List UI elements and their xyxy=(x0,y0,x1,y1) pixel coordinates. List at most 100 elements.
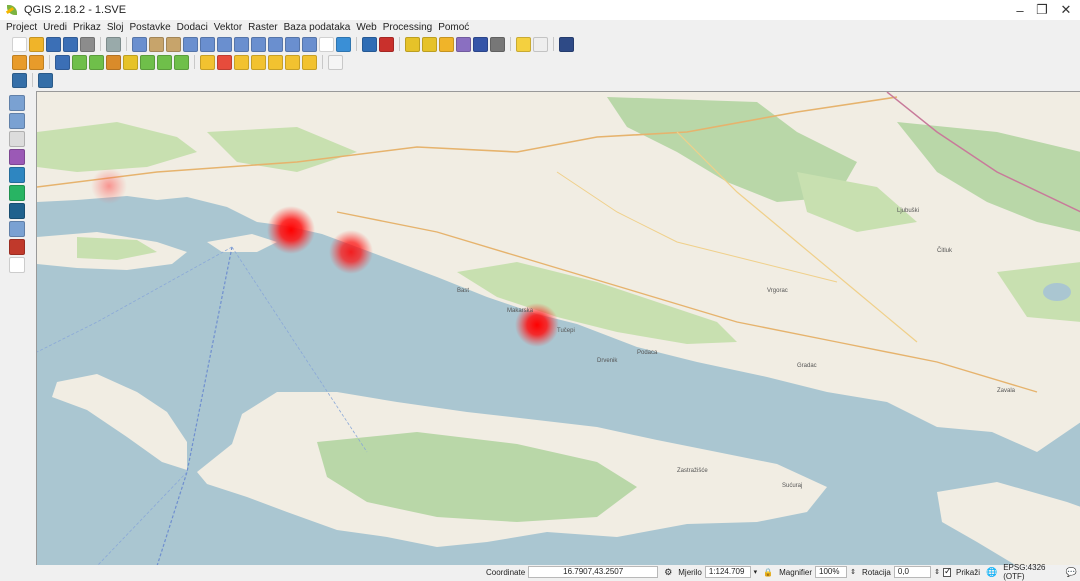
osm-basemap[interactable]: Drvenik Podaca Gradac Zastražišće Sućura… xyxy=(37,92,1080,565)
add-delimited-text-icon[interactable] xyxy=(9,131,25,147)
add-virtual-layer-icon[interactable] xyxy=(9,221,25,237)
toolbar-separator xyxy=(510,37,511,51)
add-wcs-icon[interactable] xyxy=(9,203,25,219)
magnifier-spinbox[interactable]: 100% xyxy=(815,566,848,578)
add-vector-layer-icon[interactable] xyxy=(9,95,25,111)
zoom-last-icon[interactable] xyxy=(268,36,283,52)
render-suppress-icon[interactable]: ⚙ xyxy=(664,567,672,578)
coordinate-field[interactable]: 16.7907,43.2507 xyxy=(528,566,659,578)
zoom-native-icon[interactable] xyxy=(302,36,317,52)
label-move-icon[interactable] xyxy=(268,54,283,70)
python-plugin-icon[interactable] xyxy=(38,72,53,88)
menu-raster[interactable]: Raster xyxy=(248,22,277,33)
sum-icon[interactable] xyxy=(473,36,488,52)
new-project-icon[interactable] xyxy=(12,36,27,52)
pan-icon[interactable] xyxy=(149,36,164,52)
add-oracle-icon[interactable] xyxy=(9,239,25,255)
add-feature-icon[interactable] xyxy=(72,54,87,70)
toolbar-separator xyxy=(100,37,101,51)
place-label: Zastražišće xyxy=(677,468,708,474)
pan-to-selection-icon[interactable] xyxy=(166,36,181,52)
label-rotate-icon[interactable] xyxy=(285,54,300,70)
text-annotation-icon[interactable] xyxy=(533,36,548,52)
copy-features-icon[interactable] xyxy=(157,54,172,70)
menu-baza-podataka[interactable]: Baza podataka xyxy=(284,22,351,33)
zoom-out-icon[interactable] xyxy=(200,36,215,52)
save-as-icon[interactable] xyxy=(63,36,78,52)
map-canvas[interactable]: Drvenik Podaca Gradac Zastražišće Sućura… xyxy=(36,91,1080,565)
toolbar-separator xyxy=(322,55,323,69)
menu-dodaci[interactable]: Dodaci xyxy=(177,22,208,33)
refresh-icon[interactable] xyxy=(336,36,351,52)
menu-postavke[interactable]: Postavke xyxy=(130,22,171,33)
zoom-next-icon[interactable] xyxy=(285,36,300,52)
composer-manager-icon[interactable] xyxy=(106,36,121,52)
label-toolbar-icon[interactable] xyxy=(200,54,215,70)
messages-icon[interactable]: 💬 xyxy=(1066,567,1077,578)
menu-sloj[interactable]: Sloj xyxy=(107,22,124,33)
place-label: Sućuraj xyxy=(782,483,802,489)
menu-project[interactable]: Project xyxy=(6,22,37,33)
menu-pomoc[interactable]: Pomoć xyxy=(438,22,469,33)
window-title: QGIS 2.18.2 - 1.SVE xyxy=(24,4,127,16)
print-composer-icon[interactable] xyxy=(80,36,95,52)
menu-processing[interactable]: Processing xyxy=(383,22,432,33)
rotation-label: Rotacija xyxy=(861,567,891,577)
close-button[interactable]: ✕ xyxy=(1046,0,1080,20)
paste-features-icon[interactable] xyxy=(174,54,189,70)
menu-vektor[interactable]: Vektor xyxy=(214,22,242,33)
touch-zoom-icon[interactable] xyxy=(132,36,147,52)
current-edits-icon[interactable] xyxy=(12,54,27,70)
label-show-hide-icon[interactable] xyxy=(251,54,266,70)
rotation-spin-icon[interactable]: ⇕ xyxy=(934,568,940,576)
zoom-in-icon[interactable] xyxy=(183,36,198,52)
qgis-help-icon[interactable] xyxy=(559,36,574,52)
save-project-icon[interactable] xyxy=(46,36,61,52)
node-tool-icon[interactable] xyxy=(106,54,121,70)
move-feature-icon[interactable] xyxy=(89,54,104,70)
identify-icon[interactable] xyxy=(362,36,377,52)
menu-prikaz[interactable]: Prikaz xyxy=(73,22,101,33)
menu-web[interactable]: Web xyxy=(356,22,376,33)
python-console-icon[interactable] xyxy=(12,72,27,88)
label-pin-icon[interactable] xyxy=(234,54,249,70)
toggle-editing-icon[interactable] xyxy=(29,54,44,70)
deselect-icon[interactable] xyxy=(422,36,437,52)
crs-globe-icon[interactable]: 🌐 xyxy=(986,567,997,578)
zoom-to-selection-icon[interactable] xyxy=(251,36,266,52)
crs-status-button[interactable]: EPSG:4326 (OTF) xyxy=(1003,563,1060,581)
magnifier-spin-icon[interactable]: ⇕ xyxy=(850,568,856,576)
scale-dropdown-icon[interactable]: ▾ xyxy=(754,568,758,576)
open-attribute-table-icon[interactable] xyxy=(439,36,454,52)
new-map-view-icon[interactable] xyxy=(319,36,334,52)
zoom-to-layer-icon[interactable] xyxy=(234,36,249,52)
map-tips-icon[interactable] xyxy=(516,36,531,52)
add-spatialite-icon[interactable] xyxy=(9,149,25,165)
diagram-icon[interactable] xyxy=(217,54,232,70)
render-checkbox[interactable] xyxy=(942,566,952,577)
measure-icon[interactable] xyxy=(490,36,505,52)
place-label: Ljubuški xyxy=(897,208,919,214)
toolbar-navigation xyxy=(0,35,1080,53)
label-change-icon[interactable] xyxy=(302,54,317,70)
delete-selected-icon[interactable] xyxy=(123,54,138,70)
add-wms-icon[interactable] xyxy=(9,167,25,183)
zoom-full-icon[interactable] xyxy=(217,36,232,52)
menu-uredi[interactable]: Uredi xyxy=(43,22,67,33)
toolbar-separator xyxy=(32,73,33,87)
run-action-icon[interactable] xyxy=(379,36,394,52)
place-label: Zavala xyxy=(997,388,1016,394)
scale-combobox[interactable]: 1:124.709 xyxy=(704,566,751,578)
add-wfs-icon[interactable] xyxy=(9,185,25,201)
save-layer-edits-icon[interactable] xyxy=(55,54,70,70)
place-label: Vrgorac xyxy=(767,288,788,294)
open-project-icon[interactable] xyxy=(29,36,44,52)
rotation-spinbox[interactable]: 0,0 xyxy=(893,566,932,578)
cut-features-icon[interactable] xyxy=(140,54,155,70)
statistics-icon[interactable] xyxy=(456,36,471,52)
lock-scale-icon[interactable]: 🔒 xyxy=(763,568,773,577)
csv-import-icon[interactable] xyxy=(328,54,343,70)
add-raster-layer-icon[interactable] xyxy=(9,113,25,129)
new-shapefile-icon[interactable] xyxy=(9,257,25,273)
select-feature-icon[interactable] xyxy=(405,36,420,52)
